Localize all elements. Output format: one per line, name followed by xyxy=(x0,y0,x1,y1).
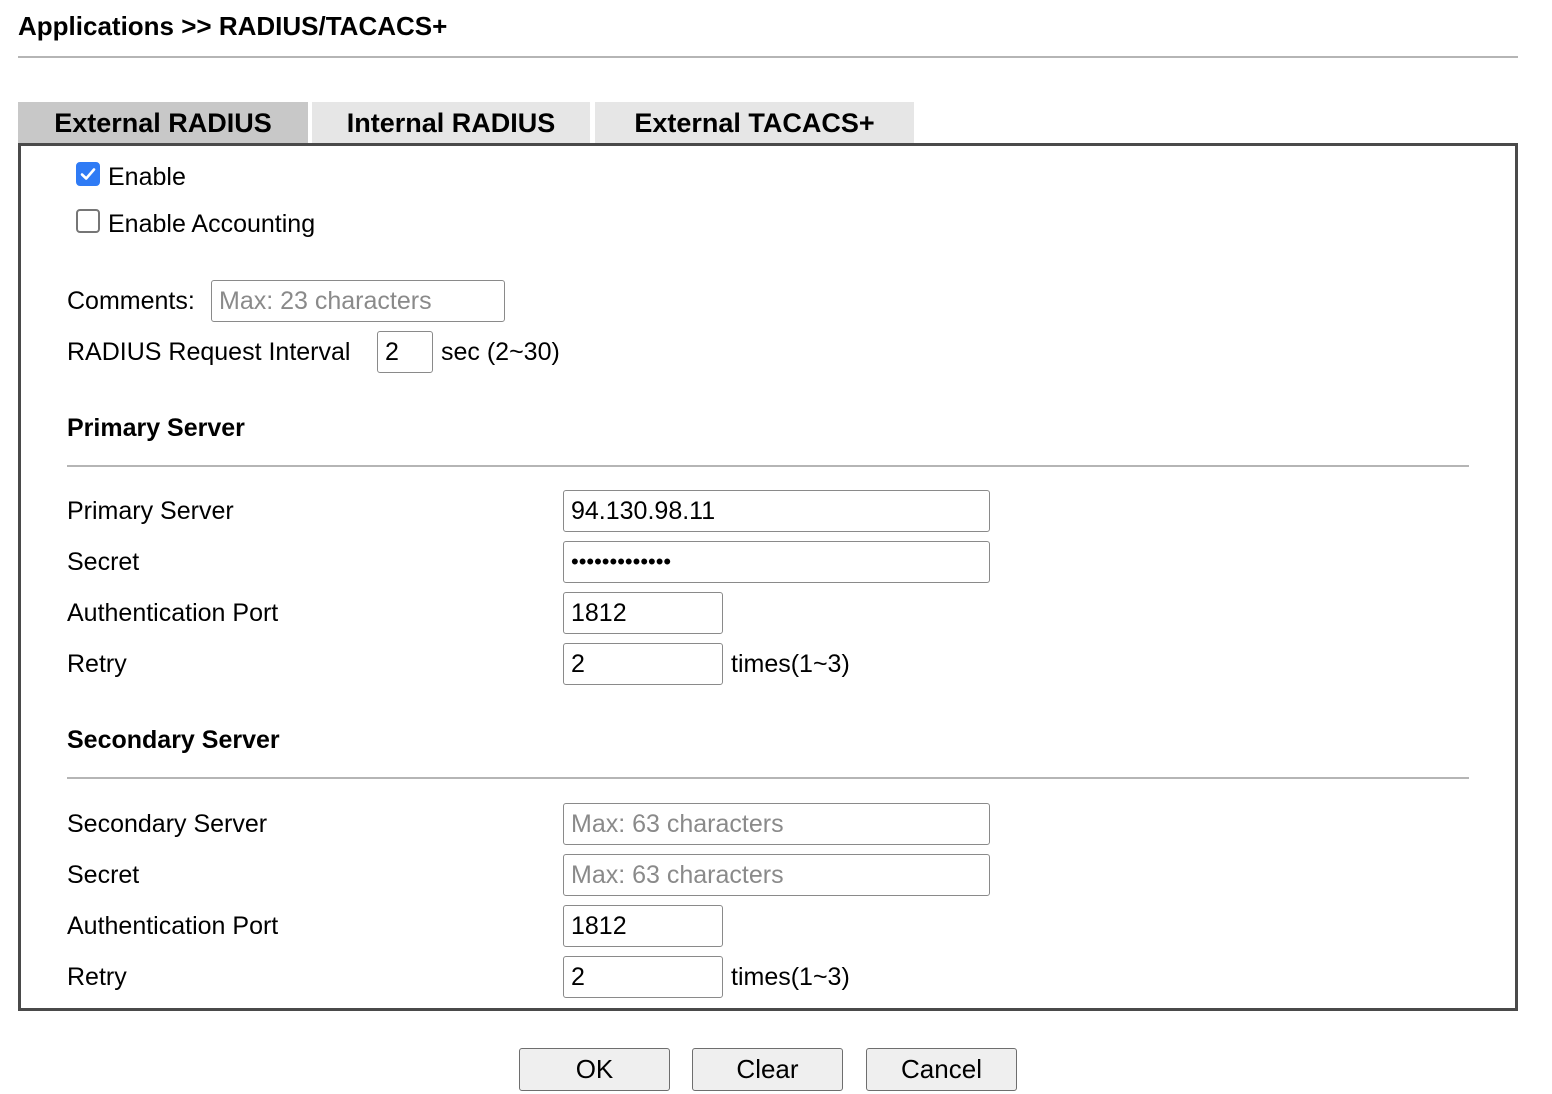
primary-divider xyxy=(67,465,1469,467)
primary-retry-unit: times(1~3) xyxy=(731,650,850,678)
primary-auth-port-input[interactable]: 1812 xyxy=(563,592,723,634)
secondary-server-label: Secondary Server xyxy=(67,810,268,838)
secondary-divider xyxy=(67,777,1469,779)
request-interval-input[interactable]: 2 xyxy=(377,331,433,373)
secondary-server-heading: Secondary Server xyxy=(67,726,280,754)
secondary-retry-label: Retry xyxy=(67,963,127,991)
tab-external-radius[interactable]: External RADIUS xyxy=(18,102,308,144)
request-interval-label: RADIUS Request Interval xyxy=(67,338,351,366)
ok-button[interactable]: OK xyxy=(519,1048,670,1091)
tab-external-tacacs[interactable]: External TACACS+ xyxy=(595,102,914,144)
primary-secret-input[interactable]: ••••••••••••• xyxy=(563,541,990,583)
secondary-secret-input[interactable]: Max: 63 characters xyxy=(563,854,990,896)
header-divider xyxy=(18,56,1518,58)
breadcrumb: Applications >> RADIUS/TACACS+ xyxy=(18,11,448,41)
primary-retry-input[interactable]: 2 xyxy=(563,643,723,685)
primary-auth-port-label: Authentication Port xyxy=(67,599,279,627)
cancel-button[interactable]: Cancel xyxy=(866,1048,1017,1091)
primary-server-input[interactable]: 94.130.98.11 xyxy=(563,490,990,532)
comments-label: Comments: xyxy=(67,287,195,315)
secondary-retry-input[interactable]: 2 xyxy=(563,956,723,998)
enable-accounting-label: Enable Accounting xyxy=(108,210,316,238)
comments-input[interactable]: Max: 23 characters xyxy=(211,280,505,322)
primary-retry-label: Retry xyxy=(67,650,127,678)
clear-button[interactable]: Clear xyxy=(692,1048,843,1091)
primary-secret-label: Secret xyxy=(67,548,140,576)
secondary-auth-port-input[interactable]: 1812 xyxy=(563,905,723,947)
primary-server-heading: Primary Server xyxy=(67,414,245,442)
checkmark-icon xyxy=(80,168,96,180)
request-interval-unit: sec (2~30) xyxy=(441,338,560,366)
secondary-secret-label: Secret xyxy=(67,861,140,889)
secondary-auth-port-label: Authentication Port xyxy=(67,912,279,940)
tab-internal-radius[interactable]: Internal RADIUS xyxy=(312,102,590,144)
enable-checkbox[interactable] xyxy=(76,162,100,186)
enable-label: Enable xyxy=(108,163,186,191)
primary-server-label: Primary Server xyxy=(67,497,234,525)
secondary-server-input[interactable]: Max: 63 characters xyxy=(563,803,990,845)
secondary-retry-unit: times(1~3) xyxy=(731,963,850,991)
enable-accounting-checkbox[interactable] xyxy=(76,209,100,233)
